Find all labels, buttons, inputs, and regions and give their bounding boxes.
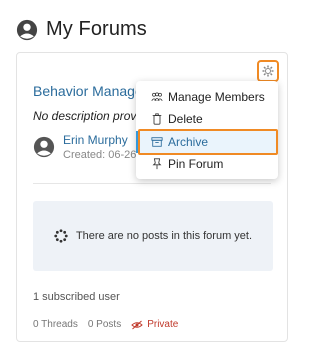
thread-count: 0 Threads — [33, 319, 78, 330]
eye-slash-icon — [131, 320, 143, 329]
post-count: 0 Posts — [87, 319, 122, 330]
forum-author: Erin Murphy Created: 06-26 — [33, 133, 136, 161]
created-date: Created: 06-26 — [63, 149, 136, 161]
menu-item-manage-members[interactable]: Manage Members — [136, 86, 278, 108]
menu-item-pin-forum[interactable]: Pin Forum — [136, 153, 278, 175]
menu-item-delete[interactable]: Delete — [136, 108, 278, 130]
forum-stats: 0 Threads 0 Posts Private — [33, 319, 178, 330]
spinner-icon — [54, 229, 68, 243]
gear-icon — [262, 65, 274, 77]
forum-description: No description provi — [33, 109, 140, 123]
archive-highlight-box — [138, 129, 278, 155]
created-label: Created: 06-26 — [63, 149, 137, 161]
forum-settings-button[interactable] — [257, 60, 279, 82]
divider — [33, 183, 271, 184]
menu-label-manage-members: Manage Members — [168, 90, 265, 104]
empty-message: There are no posts in this forum yet. — [75, 230, 253, 242]
empty-posts-panel: There are no posts in this forum yet. — [33, 201, 273, 271]
user-avatar-icon — [16, 19, 38, 40]
subscribed-count: 1 subscribed user — [33, 291, 120, 303]
menu-label-pin-forum: Pin Forum — [168, 157, 224, 171]
pin-icon — [152, 158, 162, 170]
author-avatar-icon — [33, 136, 55, 158]
private-badge: Private — [131, 319, 178, 330]
page-header: My Forums — [16, 18, 147, 41]
privacy-label: Private — [147, 319, 179, 330]
users-icon — [151, 92, 163, 101]
menu-label-delete: Delete — [168, 112, 203, 126]
forum-title-link[interactable]: Behavior Manage — [33, 83, 143, 99]
trash-icon — [152, 113, 162, 125]
author-name-link[interactable]: Erin Murphy — [63, 133, 136, 147]
page-title: My Forums — [46, 18, 147, 40]
